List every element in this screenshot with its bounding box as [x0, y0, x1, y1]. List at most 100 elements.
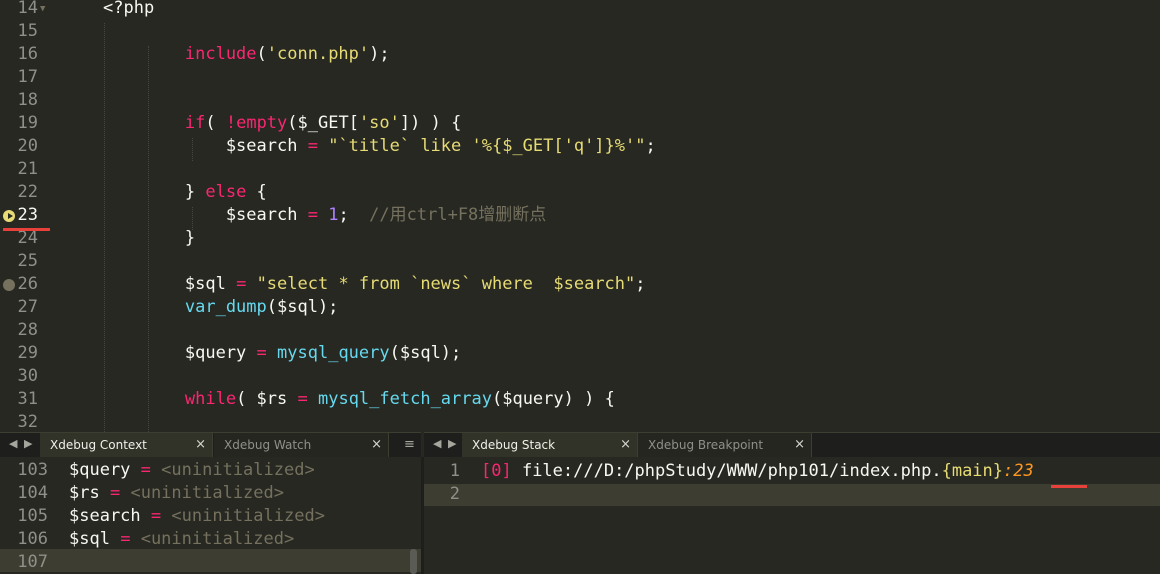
- line-number: 104: [17, 483, 48, 503]
- line-number: 107: [17, 552, 48, 572]
- code-token: ($query) ) {: [491, 389, 615, 409]
- tab-next-arrow-icon[interactable]: ▶: [448, 437, 456, 450]
- code-token: ($sql);: [389, 343, 462, 363]
- line-number: 103: [17, 460, 48, 480]
- variable-val: <uninitialized>: [161, 460, 315, 480]
- line-number[interactable]: 15: [0, 20, 38, 43]
- code-token: mysql_fetch_array: [317, 389, 492, 409]
- code-token: ;: [635, 274, 646, 294]
- tab-xdebug-context[interactable]: Xdebug Context ×: [40, 433, 213, 457]
- context-variable-row[interactable]: [69, 551, 90, 574]
- line-gutter[interactable]: 14 ▼ 15 16 17 18 19 20 21 22 23 24 25 26 27 28 29 30 31 32: [0, 0, 58, 432]
- code-token: }: [103, 182, 206, 202]
- context-variable-row[interactable]: $search = <uninitialized>: [69, 505, 325, 528]
- variable-eq: =: [150, 506, 162, 526]
- variable-eq: =: [109, 483, 121, 503]
- stack-frame-row[interactable]: [0] file:///D:/phpStudy/WWW/php101/index…: [481, 460, 1034, 483]
- right-panel-tabbar: ◀ ▶ Xdebug Stack × Xdebug Breakpoint ×: [424, 432, 1160, 457]
- code-line[interactable]: include('conn.php');: [103, 43, 390, 66]
- code-token: <?php: [103, 0, 155, 18]
- tab-prev-arrow-icon[interactable]: ◀: [433, 437, 441, 450]
- code-line[interactable]: $query = mysql_query($sql);: [103, 342, 461, 365]
- current-breakpoint-icon[interactable]: [3, 210, 15, 222]
- code-line[interactable]: }: [103, 227, 195, 250]
- tab-next-arrow-icon[interactable]: ▶: [24, 437, 32, 450]
- code-token: 'so': [358, 113, 400, 133]
- variable-var: $sql: [69, 529, 110, 549]
- close-icon[interactable]: ×: [195, 433, 206, 457]
- code-token: }: [103, 228, 196, 248]
- close-icon[interactable]: ×: [794, 433, 805, 457]
- code-token: "`title` like '%{$_GET['q']}%'": [328, 136, 646, 156]
- fold-arrow-icon[interactable]: ▼: [40, 4, 45, 14]
- tab-xdebug-stack[interactable]: Xdebug Stack ×: [462, 433, 638, 457]
- line-number[interactable]: 17: [0, 66, 38, 89]
- code-token: =: [307, 205, 318, 225]
- code-line[interactable]: } else {: [103, 181, 267, 204]
- line-number[interactable]: 28: [0, 319, 38, 342]
- line-number[interactable]: 27: [0, 296, 38, 319]
- line-number[interactable]: 21: [0, 158, 38, 181]
- variable-val: <uninitialized>: [140, 529, 295, 549]
- code-token: empty: [236, 113, 288, 133]
- line-number[interactable]: 18: [0, 89, 38, 112]
- code-token: !: [225, 113, 237, 133]
- indent-guide: [192, 138, 193, 161]
- breakpoint-icon[interactable]: [3, 279, 15, 291]
- code-token: $search: [103, 136, 308, 156]
- code-line[interactable]: var_dump($sql);: [103, 296, 339, 319]
- xdebug-context-pane[interactable]: 103 $query = <uninitialized> 104 $rs = <uni…: [0, 457, 421, 574]
- line-number[interactable]: 25: [0, 250, 38, 273]
- code-token: ;: [645, 136, 656, 156]
- line-number[interactable]: 16: [0, 43, 38, 66]
- variable-var: $rs: [69, 483, 100, 503]
- code-token: =: [297, 389, 308, 409]
- stack-line: :23: [1003, 461, 1034, 481]
- context-variable-row[interactable]: $rs = <uninitialized>: [69, 482, 284, 505]
- line-number-marker: [1051, 485, 1087, 488]
- code-token: "select * from `news` where $search": [256, 274, 636, 294]
- line-number: 2: [449, 484, 460, 504]
- panel-menu-icon[interactable]: ≡: [404, 437, 415, 452]
- line-number[interactable]: 32: [0, 411, 38, 432]
- code-line[interactable]: <?php: [103, 0, 154, 20]
- line-number[interactable]: 30: [0, 365, 38, 388]
- close-icon[interactable]: ×: [620, 433, 631, 457]
- line-number[interactable]: 22: [0, 181, 38, 204]
- code-token: =: [307, 136, 318, 156]
- line-number: 106: [17, 529, 48, 549]
- line-number[interactable]: 31: [0, 388, 38, 411]
- code-line[interactable]: $search = "`title` like '%{$_GET['q']}%'…: [103, 135, 656, 158]
- context-variable-row[interactable]: $query = <uninitialized>: [69, 459, 315, 482]
- code-line[interactable]: $search = 1; //用ctrl+F8增删断点: [103, 204, 546, 227]
- xdebug-stack-pane[interactable]: 1 [0] file:///D:/phpStudy/WWW/php101/inde…: [424, 457, 1160, 574]
- code-line[interactable]: $sql = "select * from `news` where $sear…: [103, 273, 646, 296]
- code-token: =: [256, 343, 267, 363]
- context-variable-row[interactable]: $sql = <uninitialized>: [69, 528, 294, 551]
- close-icon[interactable]: ×: [371, 433, 382, 457]
- line-number[interactable]: 20: [0, 135, 38, 158]
- line-number[interactable]: 29: [0, 342, 38, 365]
- code-line[interactable]: while( $rs = mysql_fetch_array($query) )…: [103, 388, 615, 411]
- code-editor[interactable]: 14 ▼ 15 16 17 18 19 20 21 22 23 24 25 26 27 28 29 30 31 32 …: [0, 0, 1160, 432]
- code-line[interactable]: if( !empty($_GET['so']) ) {: [103, 112, 461, 135]
- tab-xdebug-watch[interactable]: Xdebug Watch ×: [214, 433, 389, 457]
- indent-guide: [192, 207, 193, 230]
- code-token: ($_GET[: [287, 113, 359, 133]
- code-token: ($sql);: [266, 297, 339, 317]
- stack-idx: [0]: [481, 461, 512, 481]
- line-number[interactable]: 19: [0, 112, 38, 135]
- tab-xdebug-breakpoint[interactable]: Xdebug Breakpoint ×: [638, 433, 812, 457]
- code-token: (: [256, 44, 267, 64]
- tab-prev-arrow-icon[interactable]: ◀: [9, 437, 17, 450]
- variable-var: $query: [69, 460, 131, 480]
- code-token: ( $rs: [236, 389, 298, 409]
- code-token: ]) ) {: [399, 113, 462, 133]
- indent-guide: [104, 23, 105, 432]
- code-token: 1: [328, 205, 339, 225]
- line-number[interactable]: 14: [0, 0, 38, 20]
- scrollbar-thumb[interactable]: [410, 549, 417, 574]
